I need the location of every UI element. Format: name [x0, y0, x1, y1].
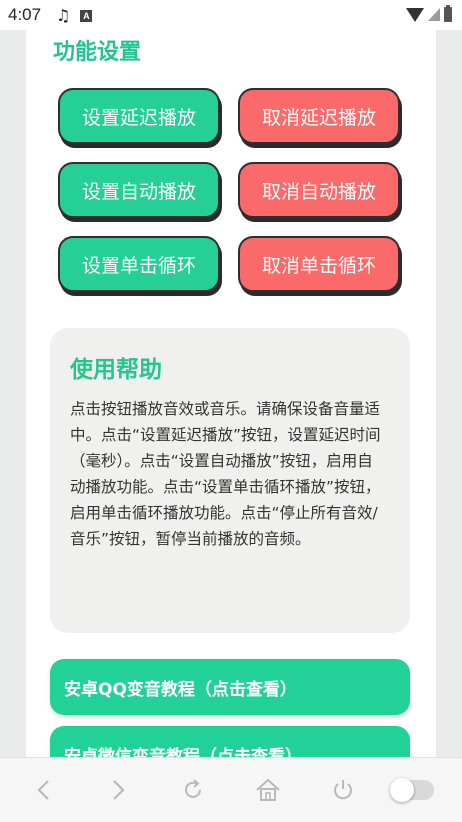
- set-auto-play-button[interactable]: 设置自动播放: [58, 162, 220, 218]
- status-bar: 4:07 ♫ A: [0, 0, 462, 30]
- back-icon[interactable]: [28, 774, 60, 806]
- status-notification-icons: ♫ A: [56, 6, 93, 25]
- a-notification-icon: A: [80, 9, 93, 22]
- signal-icon: [428, 8, 440, 21]
- set-click-loop-button[interactable]: 设置单击循环: [58, 236, 220, 292]
- status-system-icons: [406, 5, 452, 22]
- forward-icon[interactable]: [102, 774, 134, 806]
- battery-icon: [444, 5, 452, 22]
- music-note-icon: ♫: [56, 6, 71, 25]
- help-panel: 使用帮助 点击按钮播放音效或音乐。请确保设备音量适中。点击“设置延迟播放”按钮，…: [50, 328, 410, 633]
- cancel-click-loop-button[interactable]: 取消单击循环: [238, 236, 400, 292]
- cancel-delay-button[interactable]: 取消延迟播放: [238, 88, 400, 144]
- content-card[interactable]: 功能设置 设置延迟播放 取消延迟播放 设置自动播放 取消自动播放 设置单击循环 …: [26, 30, 436, 757]
- bottom-toolbar: [0, 757, 462, 822]
- wechat-tutorial-link[interactable]: 安卓微信变音教程（点击查看）: [50, 726, 410, 757]
- home-icon[interactable]: [252, 774, 284, 806]
- power-icon[interactable]: [327, 774, 359, 806]
- wifi-icon: [406, 7, 424, 22]
- help-text: 点击按钮播放音效或音乐。请确保设备音量适中。点击“设置延迟播放”按钮，设置延迟时…: [70, 400, 381, 548]
- toggle-switch[interactable]: [390, 778, 434, 802]
- toggle-knob: [390, 778, 414, 802]
- cancel-auto-play-button[interactable]: 取消自动播放: [238, 162, 400, 218]
- status-time: 4:07: [8, 5, 42, 24]
- set-delay-button[interactable]: 设置延迟播放: [58, 88, 220, 144]
- help-title: 使用帮助: [70, 357, 162, 383]
- refresh-icon[interactable]: [177, 774, 209, 806]
- section-title: 功能设置: [53, 40, 142, 65]
- qq-tutorial-link[interactable]: 安卓QQ变音教程（点击查看）: [50, 659, 410, 715]
